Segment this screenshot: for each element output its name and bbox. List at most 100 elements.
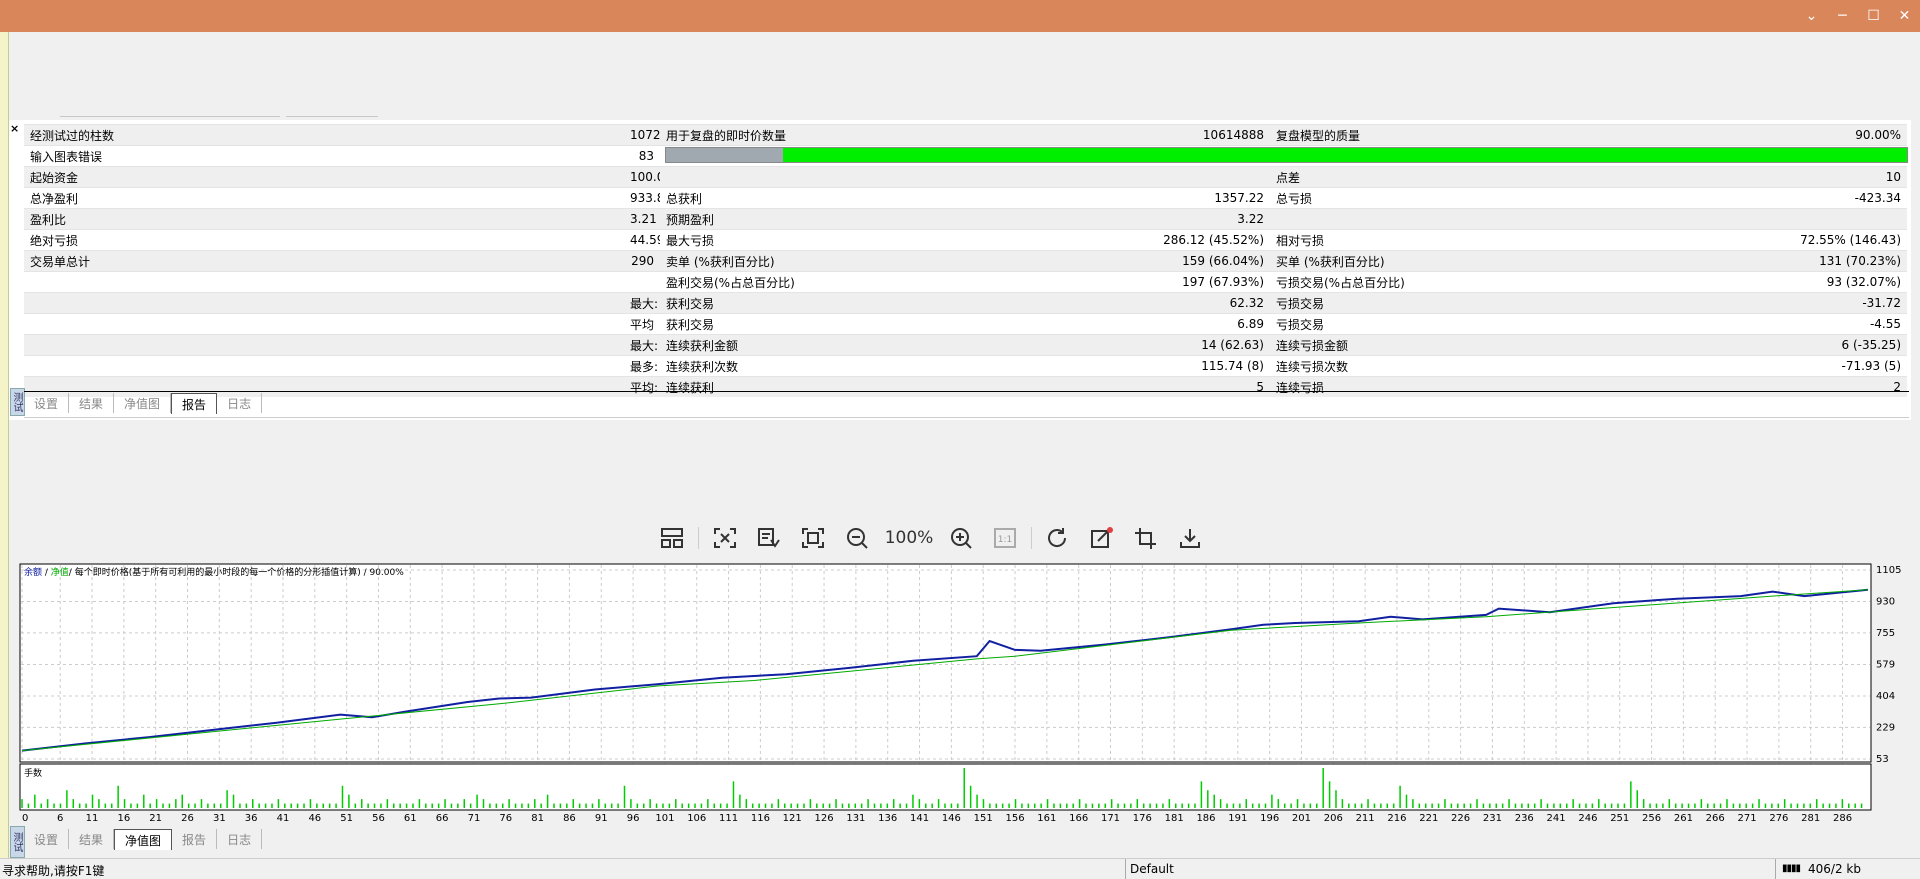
- fit-screen-icon[interactable]: [707, 522, 743, 554]
- tab-2[interactable]: 净值图: [114, 393, 172, 413]
- report-row: 平均 获利交易 6.89 亏损交易 -4.55: [24, 313, 1907, 335]
- x-tick-label: 126: [815, 813, 834, 824]
- report-label: 预期盈利: [660, 208, 960, 230]
- report-label: 亏损交易: [1270, 292, 1570, 314]
- legend-equity: 净值: [51, 566, 69, 578]
- report-value: -4.55: [1570, 313, 1907, 335]
- svg-text:1:1: 1:1: [998, 535, 1012, 545]
- tab-3[interactable]: 报告: [171, 393, 218, 414]
- x-tick-label: 0: [22, 813, 28, 824]
- x-tick-label: 51: [340, 813, 353, 824]
- layout-icon[interactable]: [654, 522, 690, 554]
- zoom-in-icon[interactable]: [943, 522, 979, 554]
- report-label: 交易单总计: [24, 250, 624, 272]
- x-tick-label: 151: [974, 813, 993, 824]
- tab-1[interactable]: 结果: [69, 829, 115, 849]
- x-tick-label: 196: [1260, 813, 1279, 824]
- left-edge-panel: [0, 32, 9, 878]
- status-divider: [1775, 859, 1776, 879]
- report-value: 6 (-35.25): [1570, 334, 1907, 356]
- close-button[interactable]: ✕: [1889, 0, 1920, 32]
- report-value: 115.74 (8): [960, 355, 1270, 377]
- volume-panel: [19, 763, 1872, 811]
- report-value: 6.89: [960, 313, 1270, 335]
- y-axis-ticks: 1105 930 755 579 404 229 53: [1876, 565, 1901, 765]
- status-divider: [1125, 859, 1126, 879]
- report-value: 93 (32.07%): [1570, 271, 1907, 293]
- y-tick-label: 404: [1876, 691, 1895, 702]
- report-label: 最大亏损: [660, 229, 960, 251]
- report-label: 用于复盘的即时价数量: [660, 124, 960, 146]
- report-value: 44.59: [624, 229, 660, 251]
- minimize-button[interactable]: ─: [1827, 0, 1858, 32]
- tester-side-label[interactable]: 测试: [10, 388, 25, 416]
- tab-2[interactable]: 净值图: [114, 829, 173, 850]
- report-label: [24, 313, 624, 335]
- tab-0[interactable]: 设置: [24, 829, 70, 849]
- x-tick-label: 231: [1483, 813, 1502, 824]
- actual-size-icon[interactable]: 1:1: [987, 522, 1023, 554]
- tab-3[interactable]: 报告: [172, 829, 218, 849]
- report-label: 买单 (%获利百分比): [1270, 250, 1570, 272]
- report-label: [24, 292, 624, 314]
- report-value: 10723: [624, 124, 660, 146]
- toolbar-separator: [698, 527, 699, 549]
- x-tick-label: 6: [57, 813, 63, 824]
- report-value: 100.00: [624, 166, 660, 188]
- x-tick-label: 166: [1069, 813, 1088, 824]
- x-tick-label: 66: [436, 813, 449, 824]
- report-value: -423.34: [1570, 187, 1907, 209]
- report-row: 平均: 连续获利 5 连续亏损 2: [24, 376, 1907, 397]
- report-value: 最多:: [624, 355, 660, 377]
- panel-bottom-line: [24, 417, 1909, 418]
- collapse-icon[interactable]: ⌄: [1796, 0, 1827, 32]
- report-label: 相对亏损: [1270, 229, 1570, 251]
- quality-bar-gray: [666, 148, 783, 162]
- download-icon[interactable]: [1172, 522, 1208, 554]
- report-label: [660, 166, 960, 188]
- x-tick-label: 281: [1801, 813, 1820, 824]
- x-tick-label: 86: [563, 813, 576, 824]
- image-viewer-toolbar: 100% 1:1: [650, 522, 1212, 554]
- rotate-icon[interactable]: [1040, 522, 1076, 554]
- report-label: 亏损交易(%占总百分比): [1270, 271, 1570, 293]
- x-tick-label: 136: [878, 813, 897, 824]
- zoom-out-icon[interactable]: [839, 522, 875, 554]
- ocr-icon[interactable]: [751, 522, 787, 554]
- x-tick-label: 91: [595, 813, 608, 824]
- report-value: 286.12 (45.52%): [960, 229, 1270, 251]
- x-tick-label: 31: [213, 813, 226, 824]
- report-value: [1570, 208, 1907, 230]
- x-tick-label: 236: [1515, 813, 1534, 824]
- report-label: 总获利: [660, 187, 960, 209]
- report-label: [24, 334, 624, 356]
- report-row: 起始资金100.00 点差10: [24, 166, 1907, 188]
- tab-4[interactable]: 日志: [217, 829, 263, 849]
- x-tick-label: 131: [846, 813, 865, 824]
- report-value: 62.32: [960, 292, 1270, 314]
- x-tick-label: 286: [1833, 813, 1852, 824]
- tab-0[interactable]: 设置: [24, 393, 70, 413]
- fullscreen-icon[interactable]: [795, 522, 831, 554]
- report-value: 5: [960, 376, 1270, 397]
- tab-4[interactable]: 日志: [217, 393, 263, 413]
- x-tick-label: 186: [1196, 813, 1215, 824]
- close-report-icon[interactable]: ×: [10, 122, 19, 135]
- x-tick-label: 191: [1228, 813, 1247, 824]
- x-tick-label: 11: [86, 813, 99, 824]
- x-axis-ticks: 0 6 11 16 21 26 31 36 41 46 51 56 61 66 71 76 81 86 91 96 10…: [22, 813, 1852, 824]
- x-tick-label: 206: [1324, 813, 1343, 824]
- tab-1[interactable]: 结果: [69, 393, 115, 413]
- report-label: 连续获利金额: [660, 334, 960, 356]
- report-label: 连续获利: [660, 376, 960, 397]
- connection-icon: ▮▮▮▮: [1782, 863, 1801, 874]
- status-traffic: 406/2 kb: [1808, 862, 1861, 876]
- tester-settings-area: [9, 32, 1910, 120]
- maximize-button[interactable]: ☐: [1858, 0, 1889, 32]
- edit-icon[interactable]: [1084, 522, 1120, 554]
- x-tick-label: 161: [1037, 813, 1056, 824]
- tester-side-label-bottom[interactable]: 测试: [10, 826, 25, 858]
- y-tick-label: 755: [1876, 628, 1895, 639]
- x-tick-label: 41: [277, 813, 290, 824]
- crop-icon[interactable]: [1128, 522, 1164, 554]
